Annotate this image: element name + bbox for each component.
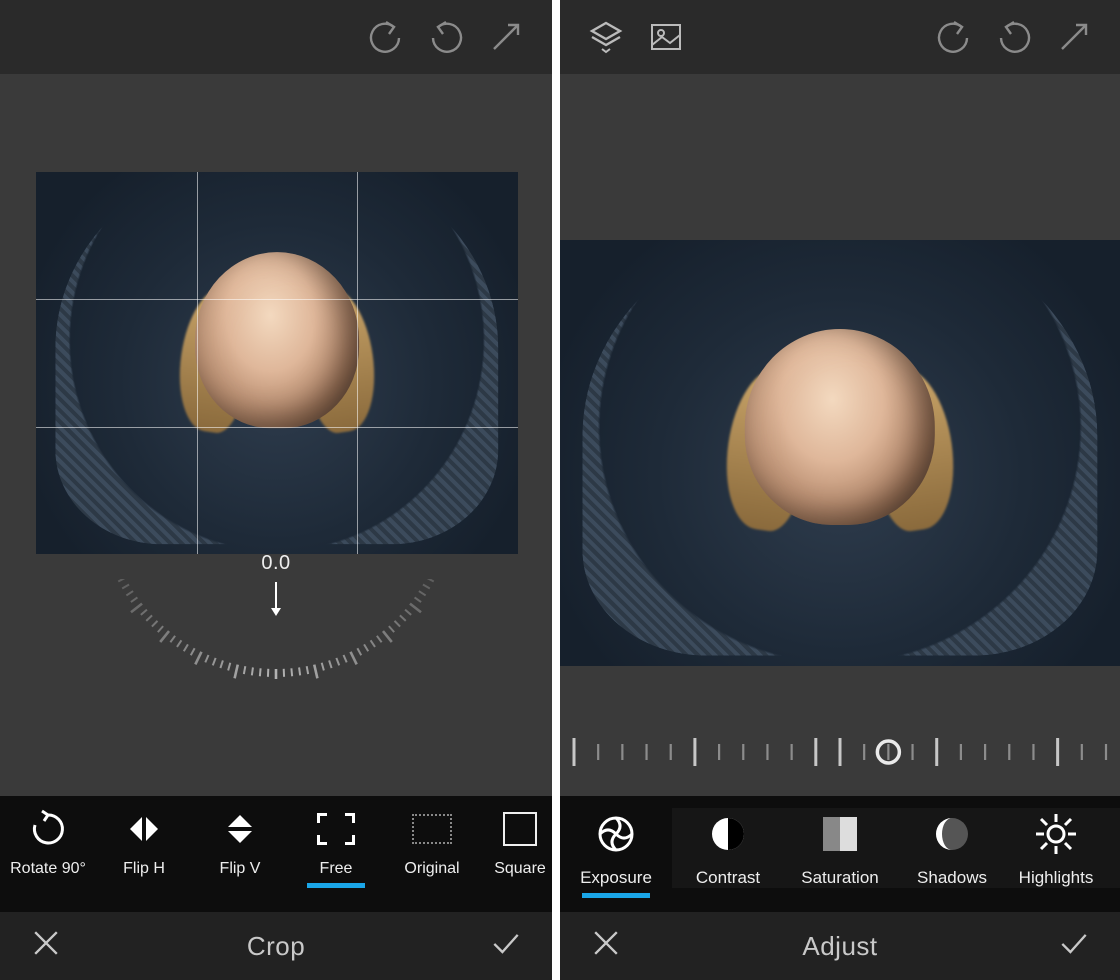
confirm-button[interactable] bbox=[488, 925, 524, 968]
layers-icon[interactable] bbox=[582, 13, 630, 61]
tool-free[interactable]: Free bbox=[288, 808, 384, 878]
adjust-screen: Exposure Contrast Saturation bbox=[560, 0, 1120, 980]
tool-label: Flip V bbox=[220, 860, 261, 878]
topbar-right bbox=[560, 0, 1120, 74]
close-icon bbox=[588, 925, 624, 961]
contrast-icon bbox=[706, 812, 750, 856]
highlights-icon bbox=[1034, 812, 1078, 856]
tool-saturation[interactable]: Saturation bbox=[784, 808, 896, 888]
saturation-icon bbox=[818, 812, 862, 856]
crop-photo[interactable] bbox=[36, 172, 518, 554]
adjust-confirm-bar: Adjust bbox=[560, 912, 1120, 980]
portrait-image bbox=[560, 240, 1120, 666]
undo-icon[interactable] bbox=[930, 13, 978, 61]
check-icon bbox=[488, 925, 524, 961]
crop-toolrow: Rotate 90° Flip H Flip V bbox=[0, 796, 552, 912]
adjust-toolrow: Exposure Contrast Saturation bbox=[560, 796, 1120, 912]
tool-label: Exposure bbox=[580, 868, 652, 888]
flip-h-icon bbox=[123, 808, 165, 850]
tool-label: Square bbox=[494, 860, 546, 878]
tool-label: Flip H bbox=[123, 860, 165, 878]
image-icon[interactable] bbox=[642, 13, 690, 61]
tool-label: Free bbox=[320, 860, 353, 878]
tool-original[interactable]: Original bbox=[384, 808, 480, 878]
tool-square[interactable]: Square bbox=[480, 808, 552, 878]
tool-label: Saturation bbox=[801, 868, 879, 888]
tool-rotate90[interactable]: Rotate 90° bbox=[0, 808, 96, 878]
expand-icon[interactable] bbox=[482, 13, 530, 61]
close-icon bbox=[28, 925, 64, 961]
original-aspect-icon bbox=[411, 808, 453, 850]
tool-exposure[interactable]: Exposure bbox=[560, 808, 672, 888]
tool-highlights[interactable]: Highlights bbox=[1008, 808, 1104, 888]
crop-screen: 0.0 Rotate 90° Flip H bbox=[0, 0, 560, 980]
cancel-button[interactable] bbox=[28, 925, 64, 968]
adjust-canvas[interactable] bbox=[560, 74, 1120, 796]
mode-title: Crop bbox=[64, 931, 488, 962]
shadows-icon bbox=[930, 812, 974, 856]
confirm-button[interactable] bbox=[1056, 925, 1092, 968]
tool-fliph[interactable]: Flip H bbox=[96, 808, 192, 878]
tool-shadows[interactable]: Shadows bbox=[896, 808, 1008, 888]
tool-contrast[interactable]: Contrast bbox=[672, 808, 784, 888]
mode-title: Adjust bbox=[624, 931, 1056, 962]
tool-label: Highlights bbox=[1019, 868, 1094, 888]
tool-label: Shadows bbox=[917, 868, 987, 888]
tool-label: Contrast bbox=[696, 868, 760, 888]
crop-confirm-bar: Crop bbox=[0, 912, 552, 980]
expand-icon[interactable] bbox=[1050, 13, 1098, 61]
rotate-icon bbox=[27, 808, 69, 850]
rotation-dial[interactable]: 0.0 bbox=[96, 552, 456, 679]
redo-icon[interactable] bbox=[422, 13, 470, 61]
flip-v-icon bbox=[219, 808, 261, 850]
check-icon bbox=[1056, 925, 1092, 961]
redo-icon[interactable] bbox=[990, 13, 1038, 61]
adjust-photo[interactable] bbox=[560, 240, 1120, 666]
tool-label: Rotate 90° bbox=[10, 860, 86, 878]
rotation-value: 0.0 bbox=[96, 552, 456, 575]
crop-canvas[interactable]: 0.0 bbox=[0, 74, 552, 796]
square-aspect-icon bbox=[499, 808, 541, 850]
exposure-icon bbox=[594, 812, 638, 856]
topbar-left bbox=[0, 0, 552, 74]
undo-icon[interactable] bbox=[362, 13, 410, 61]
free-aspect-icon bbox=[315, 808, 357, 850]
tool-flipv[interactable]: Flip V bbox=[192, 808, 288, 878]
adjust-slider[interactable] bbox=[560, 722, 1120, 782]
tool-label: Original bbox=[404, 860, 459, 878]
cancel-button[interactable] bbox=[588, 925, 624, 968]
portrait-image bbox=[36, 172, 518, 554]
dial-needle bbox=[275, 582, 277, 610]
